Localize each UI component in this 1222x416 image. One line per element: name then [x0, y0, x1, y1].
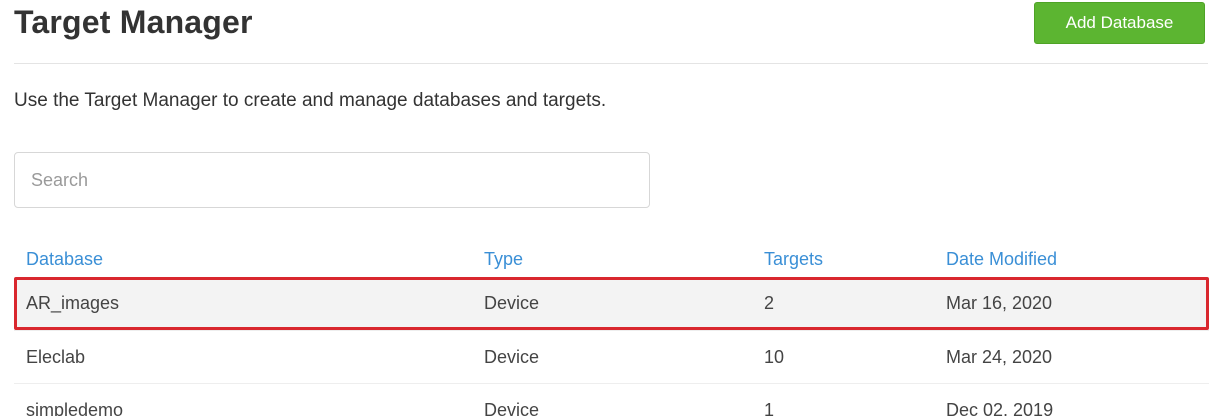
column-header-database[interactable]: Database: [26, 242, 103, 277]
search-input[interactable]: [14, 152, 650, 208]
table-row[interactable]: simpledemo Device 1 Dec 02, 2019: [14, 383, 1209, 416]
page-title: Target Manager: [14, 4, 253, 40]
cell-type: Device: [484, 399, 540, 416]
cell-type: Device: [484, 346, 540, 367]
table-row[interactable]: Eleclab Device 10 Mar 24, 2020: [14, 330, 1209, 383]
databases-table: Database Type Targets Date Modified AR_i…: [14, 242, 1209, 416]
target-manager-page: Target Manager Add Database Use the Targ…: [0, 0, 1222, 416]
cell-date-modified: Mar 16, 2020: [946, 293, 1053, 313]
cell-date-modified: Mar 24, 2020: [946, 346, 1053, 367]
cell-database: AR_images: [26, 293, 120, 313]
cell-date-modified: Dec 02, 2019: [946, 399, 1054, 416]
table-header-row: Database Type Targets Date Modified: [14, 242, 1209, 277]
header-divider: [14, 63, 1208, 64]
intro-text: Use the Target Manager to create and man…: [14, 90, 607, 111]
add-database-button[interactable]: Add Database: [1034, 2, 1205, 44]
column-header-date-modified[interactable]: Date Modified: [946, 242, 1057, 277]
column-header-targets[interactable]: Targets: [764, 242, 823, 277]
table-row[interactable]: AR_images Device 2 Mar 16, 2020: [14, 277, 1209, 330]
cell-targets: 2: [764, 293, 775, 313]
cell-targets: 1: [764, 399, 775, 416]
cell-targets: 10: [764, 346, 785, 367]
cell-database: Eleclab: [26, 346, 86, 367]
cell-type: Device: [484, 293, 540, 313]
column-header-type[interactable]: Type: [484, 242, 523, 277]
cell-database: simpledemo: [26, 399, 124, 416]
